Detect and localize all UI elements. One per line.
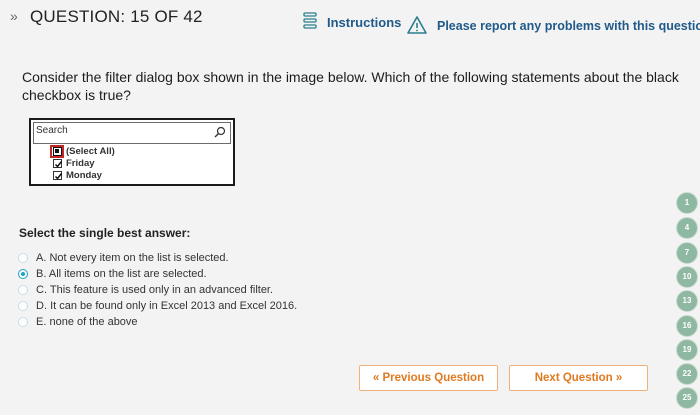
- radio-button-selected[interactable]: [18, 269, 28, 279]
- filter-dialog-image: Search (Select All) Friday Monday: [29, 118, 235, 186]
- question-badge[interactable]: 7: [676, 242, 698, 264]
- red-highlight-frame: [50, 145, 64, 158]
- previous-question-button[interactable]: « Previous Question: [359, 365, 498, 391]
- question-badge[interactable]: 10: [676, 266, 698, 288]
- question-counter: QUESTION: 15 OF 42: [30, 7, 203, 26]
- question-jump-badges: 1 4 7 10 13 16 19 22 25: [676, 190, 700, 415]
- question-badge[interactable]: 19: [676, 339, 698, 361]
- question-badge[interactable]: 13: [676, 290, 698, 312]
- report-problem-link[interactable]: Please report any problems with this que…: [437, 19, 700, 33]
- answer-label: C. This feature is used only in an advan…: [36, 284, 274, 296]
- filter-search-placeholder: Search: [36, 125, 68, 136]
- question-badge[interactable]: 16: [676, 315, 698, 337]
- filter-item-label: Friday: [66, 158, 95, 169]
- question-badge[interactable]: 4: [676, 217, 698, 239]
- answer-label: E. none of the above: [36, 316, 138, 328]
- header-bar: » QUESTION: 15 OF 42 Instructions Please…: [0, 0, 700, 50]
- filter-item-label: Monday: [66, 170, 102, 181]
- answer-label: D. It can be found only in Excel 2013 an…: [36, 300, 298, 312]
- question-badge[interactable]: 25: [676, 387, 698, 409]
- question-badge[interactable]: 22: [676, 363, 698, 385]
- filter-item-label: (Select All): [66, 146, 115, 157]
- question-text: Consider the filter dialog box shown in …: [22, 69, 679, 103]
- filter-item-monday: Monday: [53, 170, 115, 182]
- checked-checkbox: [53, 171, 63, 180]
- instructions-icon[interactable]: [302, 10, 318, 32]
- filter-search-box: Search: [33, 122, 231, 144]
- answers-title: Select the single best answer:: [19, 226, 191, 240]
- answer-label: A. Not every item on the list is selecte…: [36, 252, 229, 264]
- search-icon: [214, 126, 226, 138]
- next-question-button[interactable]: Next Question »: [509, 365, 648, 391]
- radio-button[interactable]: [18, 317, 28, 327]
- question-badge[interactable]: 1: [676, 192, 698, 214]
- filter-item-friday: Friday: [53, 158, 115, 170]
- radio-button[interactable]: [18, 253, 28, 263]
- checked-checkbox: [53, 159, 63, 168]
- radio-button[interactable]: [18, 301, 28, 311]
- answer-label: B. All items on the list are selected.: [36, 268, 207, 280]
- instructions-link[interactable]: Instructions: [327, 15, 401, 30]
- collapse-arrow-icon[interactable]: »: [10, 8, 18, 24]
- radio-button[interactable]: [18, 285, 28, 295]
- warning-icon[interactable]: [406, 15, 428, 35]
